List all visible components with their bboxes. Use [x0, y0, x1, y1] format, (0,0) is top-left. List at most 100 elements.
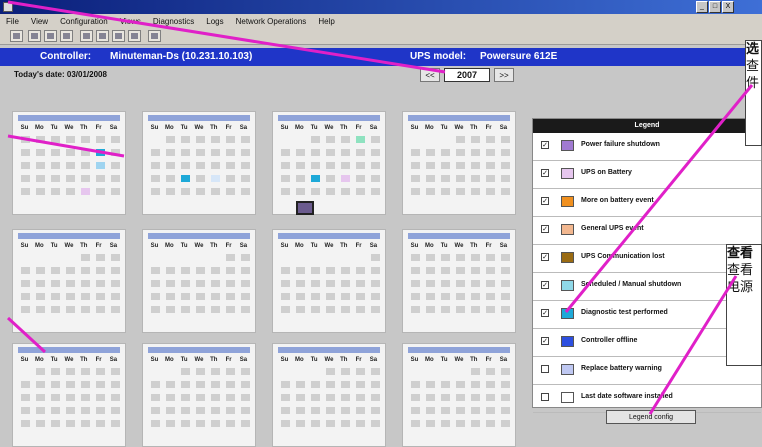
- day-cell[interactable]: [456, 188, 465, 195]
- day-cell[interactable]: [501, 394, 510, 401]
- day-cell[interactable]: [356, 267, 365, 274]
- day-cell[interactable]: [196, 280, 205, 287]
- day-cell[interactable]: [411, 394, 420, 401]
- day-cell[interactable]: [151, 175, 160, 182]
- day-cell[interactable]: [341, 394, 350, 401]
- day-cell[interactable]: [411, 306, 420, 313]
- day-cell[interactable]: [21, 267, 30, 274]
- day-cell[interactable]: [356, 306, 365, 313]
- day-cell[interactable]: [241, 136, 250, 143]
- day-cell[interactable]: [96, 394, 105, 401]
- day-cell[interactable]: [411, 293, 420, 300]
- day-cell[interactable]: [81, 254, 90, 261]
- day-cell[interactable]: [241, 394, 250, 401]
- day-cell[interactable]: [426, 280, 435, 287]
- day-cell[interactable]: [471, 306, 480, 313]
- menu-help[interactable]: Help: [312, 17, 340, 26]
- day-cell[interactable]: [456, 293, 465, 300]
- day-cell[interactable]: [356, 175, 365, 182]
- menu-logs[interactable]: Logs: [200, 17, 229, 26]
- day-cell[interactable]: [166, 407, 175, 414]
- day-cell[interactable]: [296, 306, 305, 313]
- day-cell[interactable]: [196, 162, 205, 169]
- day-cell[interactable]: [36, 149, 45, 156]
- day-cell[interactable]: [21, 188, 30, 195]
- day-cell[interactable]: [486, 267, 495, 274]
- day-cell[interactable]: [371, 293, 380, 300]
- day-cell[interactable]: [411, 381, 420, 388]
- day-cell[interactable]: [411, 280, 420, 287]
- day-cell[interactable]: [241, 280, 250, 287]
- day-cell[interactable]: [81, 267, 90, 274]
- menu-view[interactable]: View: [25, 17, 54, 26]
- day-cell[interactable]: [241, 293, 250, 300]
- day-cell[interactable]: [21, 162, 30, 169]
- day-cell[interactable]: [96, 381, 105, 388]
- day-cell[interactable]: [441, 293, 450, 300]
- day-cell[interactable]: [196, 136, 205, 143]
- day-cell[interactable]: [311, 267, 320, 274]
- day-cell[interactable]: [456, 280, 465, 287]
- day-cell[interactable]: [66, 394, 75, 401]
- day-cell[interactable]: [151, 280, 160, 287]
- day-cell[interactable]: [341, 136, 350, 143]
- day-cell[interactable]: [181, 162, 190, 169]
- day-cell[interactable]: [326, 407, 335, 414]
- day-cell[interactable]: [211, 188, 220, 195]
- print-icon[interactable]: [96, 30, 109, 42]
- day-cell[interactable]: [411, 407, 420, 414]
- day-cell[interactable]: [151, 407, 160, 414]
- day-cell[interactable]: [341, 267, 350, 274]
- day-cell[interactable]: [241, 149, 250, 156]
- day-cell[interactable]: [151, 162, 160, 169]
- day-cell[interactable]: [96, 306, 105, 313]
- day-cell[interactable]: [471, 267, 480, 274]
- day-cell[interactable]: [486, 136, 495, 143]
- day-cell[interactable]: [51, 149, 60, 156]
- day-cell[interactable]: [111, 254, 120, 261]
- day-cell[interactable]: [81, 407, 90, 414]
- day-cell[interactable]: [471, 293, 480, 300]
- day-cell[interactable]: [486, 306, 495, 313]
- day-cell[interactable]: [281, 175, 290, 182]
- day-cell[interactable]: [166, 293, 175, 300]
- day-cell[interactable]: [96, 175, 105, 182]
- day-cell[interactable]: [96, 254, 105, 261]
- network-icon[interactable]: [28, 30, 41, 42]
- day-cell[interactable]: [341, 293, 350, 300]
- day-cell[interactable]: [196, 149, 205, 156]
- day-cell[interactable]: [281, 267, 290, 274]
- day-cell[interactable]: [471, 149, 480, 156]
- day-cell[interactable]: [356, 149, 365, 156]
- day-cell[interactable]: [36, 188, 45, 195]
- day-cell[interactable]: [371, 162, 380, 169]
- day-cell[interactable]: [151, 149, 160, 156]
- day-cell[interactable]: [456, 175, 465, 182]
- day-cell[interactable]: [486, 394, 495, 401]
- legend-checkbox[interactable]: ✓: [541, 197, 549, 205]
- day-cell[interactable]: [226, 149, 235, 156]
- day-cell[interactable]: [311, 136, 320, 143]
- day-cell[interactable]: [296, 394, 305, 401]
- day-cell[interactable]: [326, 280, 335, 287]
- day-cell[interactable]: [326, 162, 335, 169]
- day-cell[interactable]: [111, 280, 120, 287]
- day-cell[interactable]: [281, 188, 290, 195]
- day-cell[interactable]: [501, 381, 510, 388]
- day-cell[interactable]: [471, 175, 480, 182]
- day-cell[interactable]: [96, 368, 105, 375]
- day-cell[interactable]: [196, 188, 205, 195]
- event-day-cell[interactable]: [311, 175, 320, 182]
- day-cell[interactable]: [426, 188, 435, 195]
- day-cell[interactable]: [36, 381, 45, 388]
- day-cell[interactable]: [281, 280, 290, 287]
- day-cell[interactable]: [311, 162, 320, 169]
- day-cell[interactable]: [181, 407, 190, 414]
- day-cell[interactable]: [21, 136, 30, 143]
- legend-checkbox[interactable]: [541, 365, 549, 373]
- day-cell[interactable]: [501, 254, 510, 261]
- day-cell[interactable]: [371, 381, 380, 388]
- day-cell[interactable]: [441, 394, 450, 401]
- day-cell[interactable]: [441, 254, 450, 261]
- day-cell[interactable]: [441, 162, 450, 169]
